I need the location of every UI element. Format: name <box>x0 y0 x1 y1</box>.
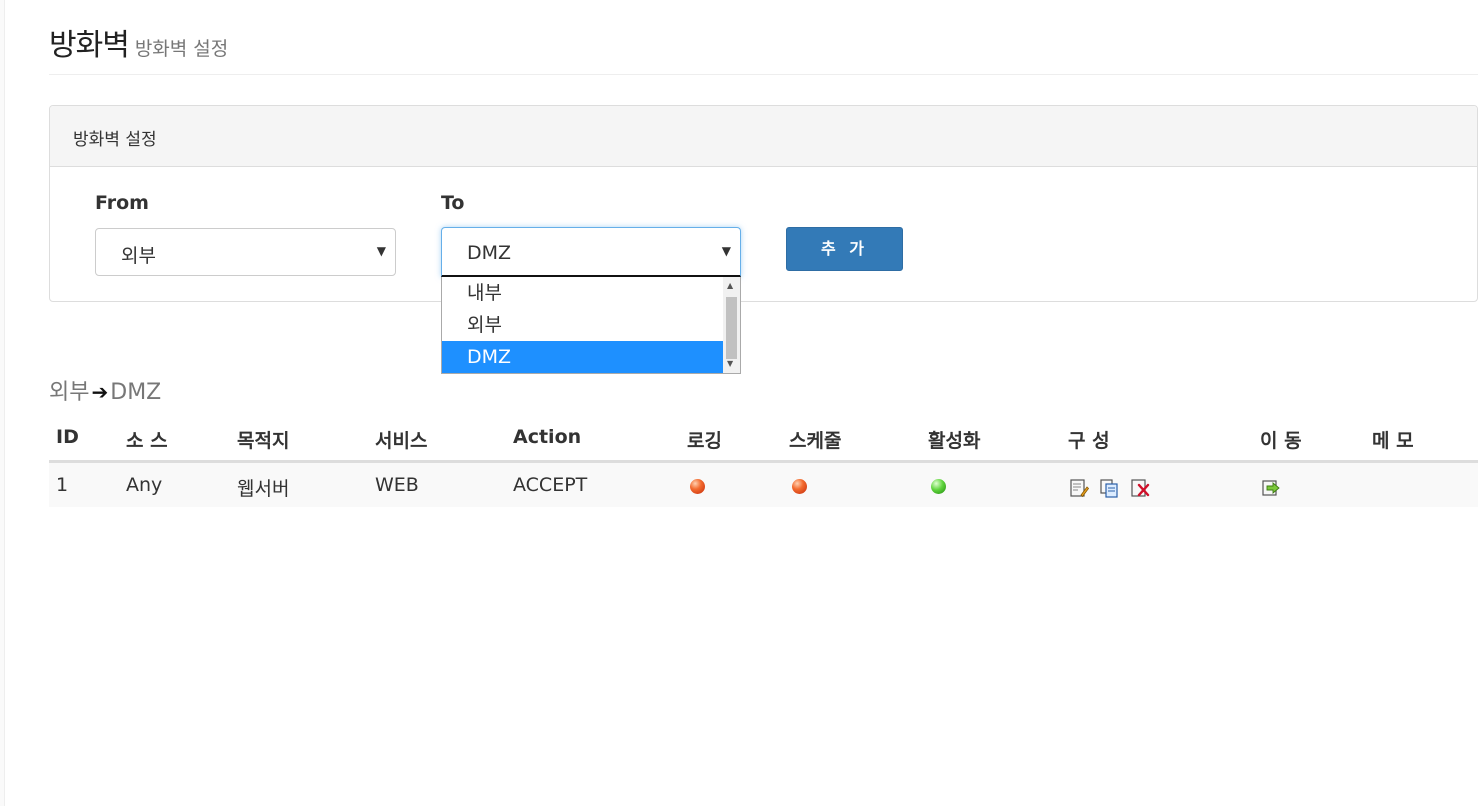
col-header-action: Action <box>513 426 582 448</box>
to-option-external[interactable]: 외부 <box>442 309 723 341</box>
page-title: 방화벽 <box>49 28 130 63</box>
route-from: 외부 <box>49 380 90 405</box>
from-select[interactable]: 외부 ▼ <box>95 228 396 276</box>
col-header-id: ID <box>56 426 79 448</box>
to-select[interactable]: DMZ ▼ <box>441 227 741 277</box>
scrollbar-thumb[interactable] <box>726 297 737 359</box>
logging-status-icon[interactable] <box>690 479 705 494</box>
add-button[interactable]: 추 가 <box>786 227 903 271</box>
page-subtitle: 방화벽 설정 <box>134 38 229 60</box>
edit-icon[interactable] <box>1069 478 1089 498</box>
delete-icon[interactable] <box>1130 478 1150 498</box>
to-label: To <box>441 192 465 214</box>
page-header: 방화벽 방화벽 설정 <box>49 20 1478 75</box>
enabled-status-icon[interactable] <box>931 479 946 494</box>
chevron-down-icon: ▼ <box>376 244 386 258</box>
to-select-dropdown: 내부 외부 DMZ ▲ ▼ <box>441 277 741 374</box>
panel-heading: 방화벽 설정 <box>50 106 1477 167</box>
to-select-value: DMZ <box>467 242 512 264</box>
col-header-memo: 메 모 <box>1372 430 1414 452</box>
copy-icon[interactable] <box>1099 478 1119 498</box>
col-header-logging: 로깅 <box>687 430 722 452</box>
from-label: From <box>95 192 149 214</box>
move-icon[interactable] <box>1261 478 1281 498</box>
dropdown-scrollbar[interactable]: ▲ ▼ <box>723 277 740 373</box>
col-header-config: 구 성 <box>1068 430 1110 452</box>
col-header-destination: 목적지 <box>237 430 290 452</box>
route-to: DMZ <box>110 380 162 405</box>
arrow-right-icon: ➔ <box>91 380 109 404</box>
left-edge <box>0 0 5 806</box>
schedule-status-icon[interactable] <box>792 479 807 494</box>
cell-destination: 웹서버 <box>237 478 290 500</box>
panel-heading-title: 방화벽 설정 <box>73 130 157 150</box>
chevron-down-icon: ▼ <box>721 244 731 258</box>
col-header-move: 이 동 <box>1260 430 1302 452</box>
cell-source: Any <box>126 474 163 496</box>
route-title: 외부 ➔DMZ <box>49 374 161 406</box>
cell-service: WEB <box>375 474 419 496</box>
from-select-value: 외부 <box>121 245 156 267</box>
col-header-enabled: 활성화 <box>928 430 981 452</box>
scroll-up-icon[interactable]: ▲ <box>727 281 733 290</box>
to-option-internal[interactable]: 내부 <box>442 277 723 309</box>
col-header-schedule: 스케줄 <box>789 430 842 452</box>
col-header-service: 서비스 <box>375 430 428 452</box>
to-option-dmz[interactable]: DMZ <box>442 341 723 373</box>
scroll-down-icon[interactable]: ▼ <box>727 359 733 368</box>
cell-action: ACCEPT <box>513 474 588 496</box>
cell-id: 1 <box>56 474 69 496</box>
col-header-source: 소 스 <box>126 430 168 452</box>
